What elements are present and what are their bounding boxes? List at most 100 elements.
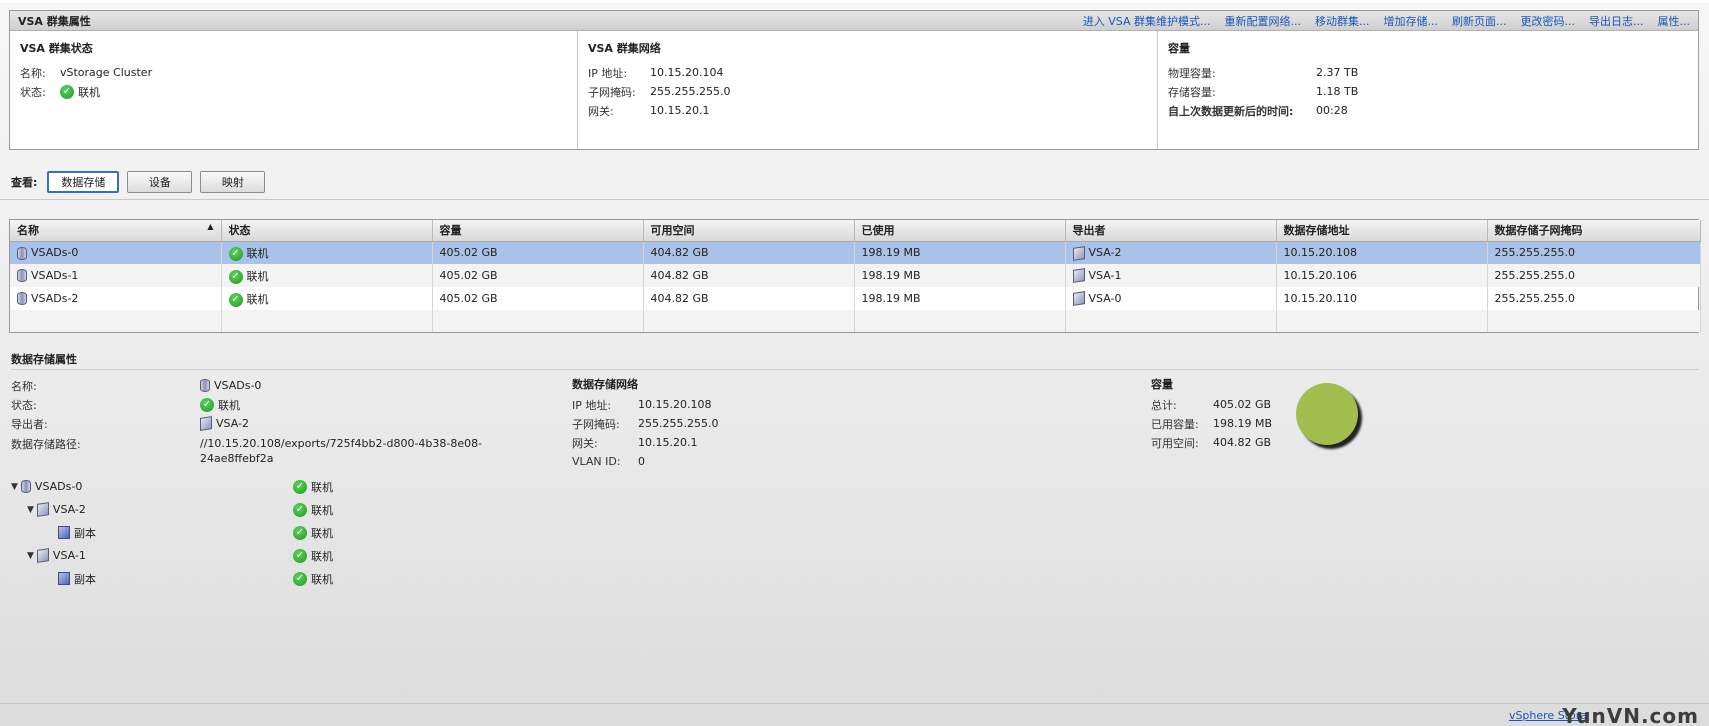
cluster-mask-label: 子网掩码: <box>588 85 636 99</box>
view-devices-button[interactable]: 设备 <box>127 171 193 193</box>
used-capacity-row: 已用容量: 198.19 MB <box>1151 414 1272 433</box>
column-header-exporter[interactable]: 导出者 <box>1065 220 1277 242</box>
expand-triangle-icon[interactable]: ▼ <box>27 505 34 515</box>
change-password-link[interactable]: 更改密码... <box>1521 13 1576 29</box>
expand-triangle-icon[interactable]: ▼ <box>11 482 18 492</box>
free-capacity-label: 可用空间: <box>1151 436 1199 450</box>
datastore-icon <box>17 246 27 260</box>
refresh-page-link[interactable]: 刷新页面... <box>1452 13 1507 29</box>
cell-used: 198.19 MB <box>854 264 1066 287</box>
table-header-row: 名称 ▲ 状态 容量 可用空间 已使用 导出者 数据存储地址 数据存储子网掩码 <box>10 220 1701 242</box>
datastore-icon <box>17 269 27 283</box>
storage-capacity-label: 存储容量: <box>1168 85 1216 99</box>
online-check-icon: ✓ <box>293 571 307 586</box>
datastore-path-value: //10.15.20.108/exports/725f4bb2-d800-4b3… <box>200 437 483 465</box>
online-check-icon: ✓ <box>228 269 243 284</box>
export-logs-link[interactable]: 导出日志... <box>1589 13 1644 29</box>
datastore-mask-row: 子网掩码: 255.255.255.0 <box>572 414 718 433</box>
cell-free: 404.82 GB <box>643 287 855 310</box>
tree-node[interactable]: ▼ VSA-2 ✓ 联机 <box>11 498 333 521</box>
view-mapping-button[interactable]: 映射 <box>200 171 266 193</box>
exporter-name: VSA-1 <box>1088 268 1122 282</box>
online-check-icon: ✓ <box>293 548 307 563</box>
column-header-used[interactable]: 已使用 <box>854 220 1066 242</box>
migrate-cluster-link[interactable]: 移动群集... <box>1315 13 1370 29</box>
datastore-general-section: 名称: VSADs-0 状态: ✓ 联机 导出者: VSA-2 数据存储路径: … <box>11 376 520 467</box>
tree-node-text: 副本 <box>74 526 96 540</box>
cell-capacity: 405.02 GB <box>432 241 644 264</box>
used-capacity-value: 198.19 MB <box>1213 417 1273 430</box>
online-check-icon: ✓ <box>293 525 307 540</box>
datastore-state-value: 联机 <box>218 398 240 412</box>
status-text: 联机 <box>246 269 269 283</box>
cluster-panel-title: VSA 群集属性 <box>18 14 91 28</box>
cell-exporter: VSA-0 <box>1065 287 1277 310</box>
datastore-vlan-label: VLAN ID: <box>572 455 621 468</box>
datastore-replica-tree: ▼ VSADs-0 ✓ 联机 ▼ VSA-2 ✓ 联机 副本 ✓ 联机 ▼ VS… <box>11 475 333 590</box>
properties-divider <box>11 369 1699 370</box>
datastore-ip-row: IP 地址: 10.15.20.108 <box>572 395 718 414</box>
column-header-address[interactable]: 数据存储地址 <box>1276 220 1488 242</box>
cluster-gateway-label: 网关: <box>588 104 614 118</box>
column-header-capacity[interactable]: 容量 <box>432 220 644 242</box>
column-header-status[interactable]: 状态 <box>221 220 433 242</box>
tree-node-text: VSADs-0 <box>34 480 83 493</box>
datastore-name: VSADs-2 <box>31 291 79 305</box>
enter-maintenance-mode-link[interactable]: 进入 VSA 群集维护模式... <box>1083 13 1211 29</box>
tree-node[interactable]: ▼ VSA-1 ✓ 联机 <box>11 544 333 567</box>
column-header-name[interactable]: 名称 ▲ <box>10 220 222 242</box>
increase-storage-link[interactable]: 增加存储... <box>1384 13 1439 29</box>
status-text: 联机 <box>246 246 269 260</box>
cell-used: 198.19 MB <box>854 287 1066 310</box>
tree-node-label: ▼ VSADs-0 <box>11 480 293 493</box>
online-check-icon: ✓ <box>228 246 243 261</box>
datastore-gateway-label: 网关: <box>572 436 598 450</box>
sort-ascending-icon: ▲ <box>207 222 214 232</box>
vsa-appliance-icon <box>1072 245 1085 261</box>
column-header-subnet-mask[interactable]: 数据存储子网掩码 <box>1487 220 1701 242</box>
properties-link[interactable]: 属性... <box>1658 13 1691 29</box>
datastore-ip-value: 10.15.20.108 <box>638 398 712 411</box>
datastore-gateway-value: 10.15.20.1 <box>638 436 698 449</box>
tree-node[interactable]: ▼ VSADs-0 ✓ 联机 <box>11 475 333 498</box>
status-footer: vSphere Stora YunVN.com <box>0 703 1709 726</box>
datastore-name-value: VSADs-0 <box>214 379 262 392</box>
cell-name: VSADs-0 <box>10 241 222 264</box>
reconfigure-network-link[interactable]: 重新配置网络... <box>1225 13 1302 29</box>
online-check-icon: ✓ <box>60 84 74 99</box>
table-row[interactable]: VSADs-0 ✓ 联机 405.02 GB 404.82 GB 198.19 M… <box>10 241 1701 264</box>
storage-capacity-row: 存储容量: 1.18 TB <box>1168 82 1688 101</box>
cell-capacity: 405.02 GB <box>432 264 644 287</box>
cluster-name-row: 名称: vStorage Cluster <box>20 63 567 82</box>
cell-mask: 255.255.255.0 <box>1487 287 1701 310</box>
tree-node-status: 联机 <box>311 480 333 494</box>
table-row[interactable]: VSADs-1 ✓ 联机 405.02 GB 404.82 GB 198.19 M… <box>10 264 1701 287</box>
datastore-exporter-row: 导出者: VSA-2 <box>11 414 520 433</box>
cell-address: 10.15.20.106 <box>1276 264 1488 287</box>
cell-exporter: VSA-2 <box>1065 241 1277 264</box>
cluster-properties-panel: VSA 群集属性 进入 VSA 群集维护模式... 重新配置网络... 移动群集… <box>9 10 1699 150</box>
table-row[interactable]: VSADs-2 ✓ 联机 405.02 GB 404.82 GB 198.19 M… <box>10 287 1701 310</box>
exporter-name: VSA-2 <box>1088 246 1122 259</box>
cell-address: 10.15.20.110 <box>1276 287 1488 310</box>
watermark-logo: YunVN.com <box>1562 704 1699 726</box>
cluster-network-section: VSA 群集网络 IP 地址: 10.15.20.104 子网掩码: 255.2… <box>577 31 1157 149</box>
cluster-status-section: VSA 群集状态 名称: vStorage Cluster 状态: ✓ 联机 <box>10 31 577 149</box>
column-header-free-space[interactable]: 可用空间 <box>643 220 855 242</box>
cluster-capacity-title: 容量 <box>1168 42 1190 55</box>
tree-node[interactable]: 副本 ✓ 联机 <box>11 521 333 544</box>
datastore-capacity-title: 容量 <box>1151 378 1173 391</box>
last-update-row: 自上次数据更新后的时间: 00:28 <box>1168 101 1688 120</box>
empty-table-row <box>10 310 1701 332</box>
tree-node[interactable]: 副本 ✓ 联机 <box>11 567 333 590</box>
view-datastores-button[interactable]: 数据存储 <box>47 171 120 193</box>
tree-node-text: VSA-1 <box>52 549 86 562</box>
physical-capacity-value: 2.37 TB <box>1316 66 1359 79</box>
datastore-path-row: 数据存储路径: //10.15.20.108/exports/725f4bb2-… <box>11 433 520 467</box>
total-capacity-value: 405.02 GB <box>1213 398 1272 411</box>
last-update-label: 自上次数据更新后的时间: <box>1168 104 1294 118</box>
cell-mask: 255.255.255.0 <box>1487 241 1701 264</box>
expand-triangle-icon[interactable]: ▼ <box>27 551 34 561</box>
used-capacity-label: 已用容量: <box>1151 417 1199 431</box>
top-tab-strip <box>0 0 1709 3</box>
